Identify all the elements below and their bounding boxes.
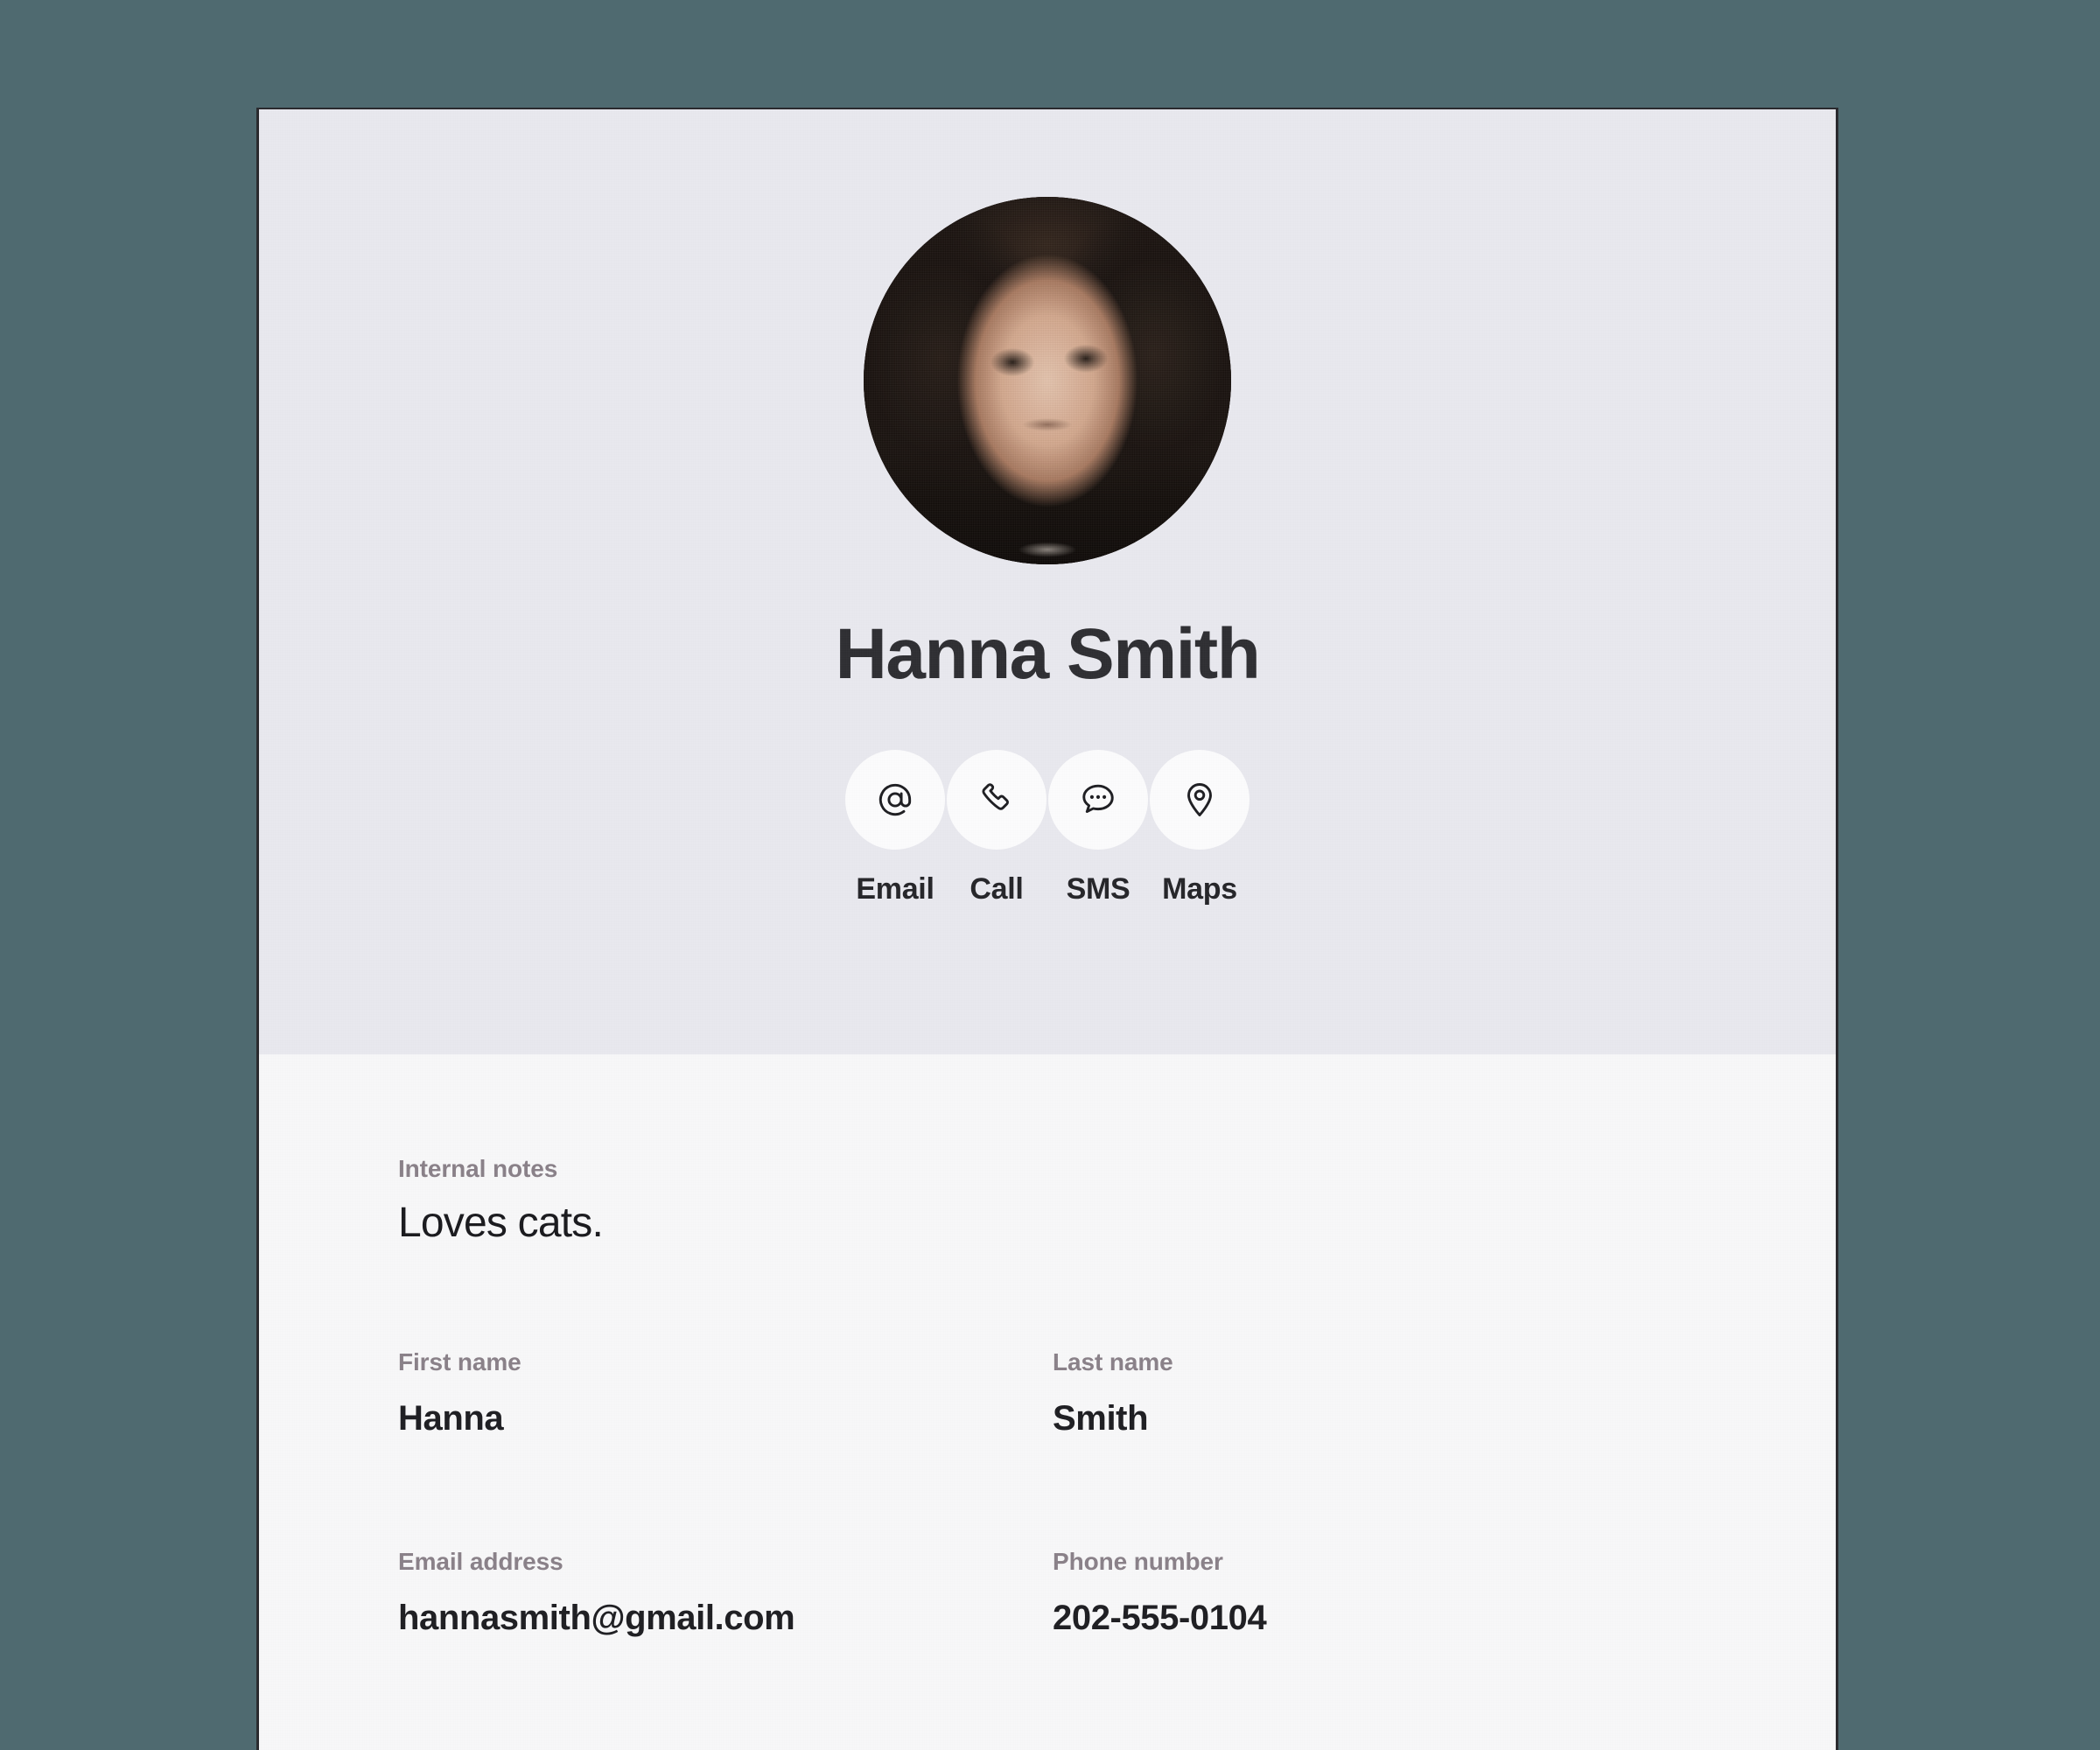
- field-phone-number-label: Phone number: [1053, 1547, 1223, 1575]
- field-internal-notes[interactable]: Internal notes Loves cats.: [398, 1157, 1836, 1247]
- field-phone-number-value: 202-555-0104: [1053, 1598, 1267, 1637]
- field-email-address-label: Email address: [398, 1547, 564, 1575]
- action-email-circle[interactable]: [845, 750, 945, 850]
- action-maps[interactable]: Maps: [1150, 750, 1250, 906]
- action-maps-circle[interactable]: [1150, 750, 1250, 850]
- field-last-name-label: Last name: [1053, 1348, 1173, 1376]
- contact-name: Hanna Smith: [835, 614, 1261, 694]
- field-phone-number[interactable]: Phone number 202-555-0104: [1053, 1547, 1707, 1637]
- chat-bubble-icon: [1082, 784, 1114, 813]
- field-row-notes: Internal notes Loves cats.: [398, 1157, 1836, 1247]
- field-row-contact: Email address hannasmith@gmail.com Phone…: [398, 1547, 1836, 1637]
- at-sign-icon: [878, 783, 912, 816]
- quick-actions: Email Call SMS Maps: [845, 750, 1250, 906]
- action-call-label: Call: [970, 872, 1024, 906]
- action-sms-label: SMS: [1066, 872, 1130, 906]
- avatar-grain-overlay: [864, 197, 1231, 564]
- field-last-name[interactable]: Last name Smith: [1053, 1348, 1707, 1438]
- field-last-name-value: Smith: [1053, 1398, 1149, 1438]
- field-first-name-label: First name: [398, 1348, 522, 1376]
- action-sms-circle[interactable]: [1048, 750, 1148, 850]
- contact-card: Hanna Smith Email Call SMS Maps Internal…: [256, 108, 1838, 1750]
- contact-details: Internal notes Loves cats. First name Ha…: [259, 1054, 1836, 1637]
- action-email-label: Email: [856, 872, 934, 906]
- spacer-notes: [398, 1247, 1836, 1350]
- field-internal-notes-value: Loves cats.: [398, 1200, 604, 1246]
- action-call[interactable]: Call: [947, 750, 1047, 906]
- avatar: [864, 197, 1231, 564]
- contact-card-header: Hanna Smith Email Call SMS Maps: [259, 109, 1836, 1054]
- field-email-address[interactable]: Email address hannasmith@gmail.com: [398, 1547, 1053, 1637]
- field-email-address-value: hannasmith@gmail.com: [398, 1598, 795, 1637]
- action-email[interactable]: Email: [845, 750, 946, 906]
- field-row-names: First name Hanna Last name Smith: [398, 1348, 1836, 1438]
- action-maps-label: Maps: [1162, 872, 1237, 906]
- field-internal-notes-label: Internal notes: [398, 1155, 558, 1182]
- action-sms[interactable]: SMS: [1048, 750, 1149, 906]
- phone-icon: [982, 783, 1009, 810]
- field-first-name[interactable]: First name Hanna: [398, 1348, 1053, 1438]
- map-pin-icon: [1187, 783, 1212, 816]
- spacer-names: [398, 1438, 1836, 1550]
- field-first-name-value: Hanna: [398, 1398, 504, 1438]
- action-call-circle[interactable]: [947, 750, 1046, 850]
